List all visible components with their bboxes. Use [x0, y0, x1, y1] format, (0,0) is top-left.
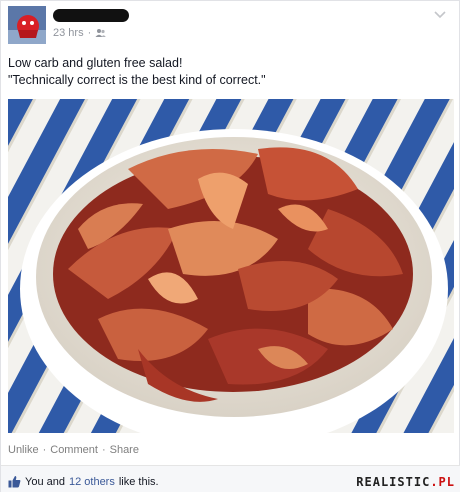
profile-avatar[interactable]: [8, 6, 46, 44]
watermark-main: REALISTIC: [356, 475, 431, 489]
redacted-author-name: [53, 9, 129, 22]
likes-suffix: like this.: [118, 475, 159, 488]
likes-you: You and: [25, 475, 65, 488]
post-text-line-2: "Technically correct is the best kind of…: [8, 73, 266, 87]
watermark-logo: REALISTIC.PL: [356, 475, 455, 489]
likes-others-link[interactable]: 12 others: [69, 476, 115, 488]
action-separator: ·: [42, 444, 47, 456]
likes-summary: You and 12 others like this.: [8, 475, 159, 488]
avatar-image: [8, 6, 46, 44]
thumbs-up-icon: [8, 476, 21, 488]
share-link[interactable]: Share: [110, 444, 139, 456]
post-timestamp[interactable]: 23 hrs: [53, 27, 84, 39]
action-separator: ·: [101, 444, 106, 456]
friends-icon[interactable]: [95, 28, 107, 38]
post-photo[interactable]: [8, 99, 454, 433]
bacon-bowl-image: [8, 99, 454, 433]
unlike-link[interactable]: Unlike: [8, 444, 39, 456]
post-text-line-1: Low carb and gluten free salad!: [8, 56, 183, 70]
meta-separator: ·: [87, 27, 92, 39]
post-text: Low carb and gluten free salad! "Technic…: [8, 55, 448, 89]
post-meta: 23 hrs ·: [53, 27, 107, 39]
comment-link[interactable]: Comment: [50, 444, 98, 456]
post-card: 23 hrs · Low carb and gluten free salad!…: [0, 0, 460, 492]
watermark-suffix: .PL: [430, 475, 455, 489]
post-actions: Unlike · Comment · Share: [8, 444, 139, 456]
chevron-down-icon[interactable]: [433, 9, 447, 21]
